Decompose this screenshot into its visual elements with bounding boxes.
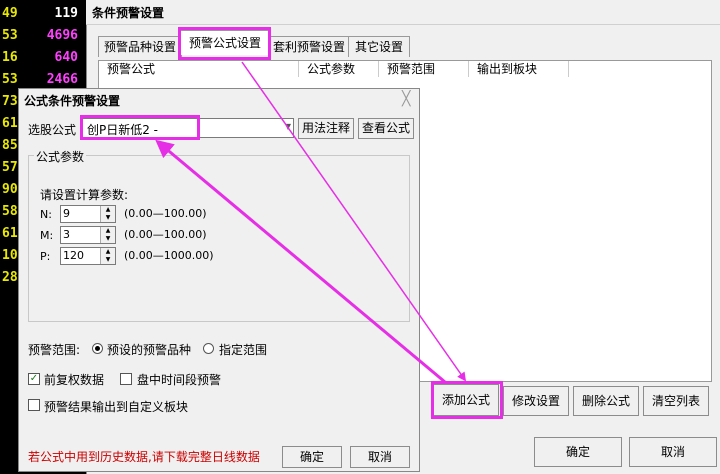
arrow-line	[241, 61, 467, 382]
annotation-arrows	[155, 61, 467, 384]
arrow-line	[155, 139, 446, 384]
